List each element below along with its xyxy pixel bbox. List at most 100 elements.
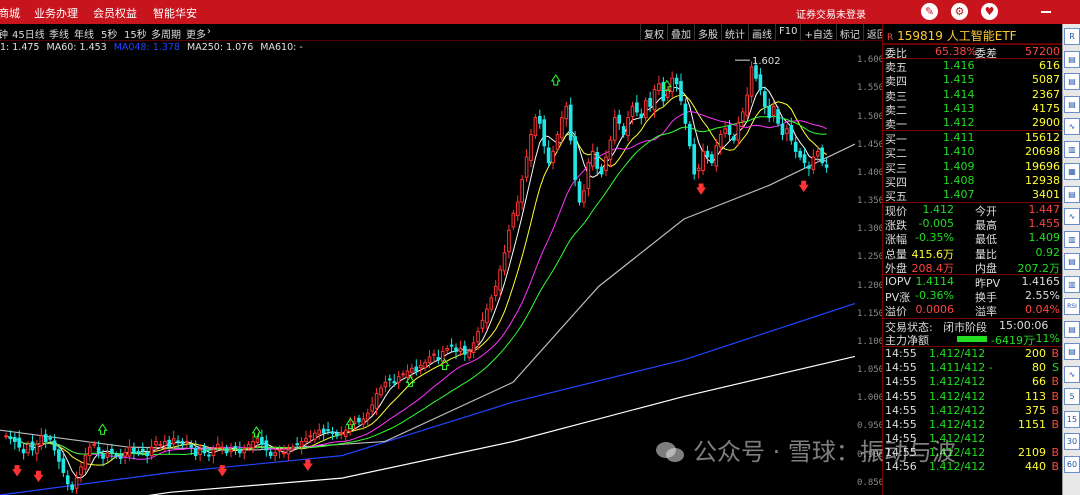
candle-body xyxy=(48,437,52,440)
menu-item-business[interactable]: 业务办理 xyxy=(34,5,78,21)
candle-body xyxy=(674,77,679,85)
strip-tool-icon[interactable]: ▥ xyxy=(1064,140,1080,158)
menu-item-mall[interactable]: 商城 xyxy=(0,5,20,21)
strip-tool-icon[interactable]: ∿ xyxy=(1064,208,1080,225)
gear-icon[interactable]: ⚙ xyxy=(951,3,968,20)
tool-f10[interactable]: F10 xyxy=(775,24,800,41)
minimize-icon[interactable] xyxy=(1041,11,1051,13)
wechat-logo-icon xyxy=(656,442,684,462)
ask-row[interactable]: 卖三 1.414 2367 xyxy=(883,88,1062,103)
strip-tool-icon[interactable]: 30 xyxy=(1064,433,1080,450)
ask-row[interactable]: 卖五 1.416 616 xyxy=(883,59,1062,74)
strip-tool-icon[interactable]: ▤ xyxy=(1064,185,1080,203)
tick-time: 14:55 xyxy=(885,361,917,375)
candle-body xyxy=(268,451,273,457)
candle-body xyxy=(427,356,432,364)
strip-tool-icon[interactable]: ▤ xyxy=(1064,50,1080,68)
tick-row[interactable]: 14:55 1.412/412 200 B xyxy=(883,347,1062,361)
candle-body xyxy=(238,448,242,454)
y-tick-label: 1.200 xyxy=(857,280,885,291)
shirt-icon[interactable]: ♥ xyxy=(981,3,998,20)
candle-body xyxy=(436,357,441,361)
strip-tool-icon[interactable]: ▥ xyxy=(1064,230,1080,248)
ask-volume: 4175 xyxy=(1032,101,1060,115)
period-5sec[interactable]: 5秒 xyxy=(101,26,117,41)
strip-tool-icon[interactable]: 60 xyxy=(1064,455,1080,473)
strip-tool-icon[interactable]: 15 xyxy=(1064,410,1080,428)
tick-flag: B xyxy=(1051,346,1059,360)
tool-adjust[interactable]: 复权 xyxy=(640,24,667,41)
strip-tool-icon[interactable]: ▤ xyxy=(1064,253,1080,270)
ma-line-ma250 xyxy=(147,355,855,495)
bid-row[interactable]: 买四 1.408 12938 xyxy=(883,174,1062,189)
tick-row[interactable]: 14:55 1.412/412 113 B xyxy=(883,390,1062,404)
period-year[interactable]: 年线 xyxy=(74,26,94,41)
tool-stats[interactable]: 统计 xyxy=(721,24,748,41)
tool-multi-stock[interactable]: 多股 xyxy=(694,24,721,41)
candle-body xyxy=(608,139,613,160)
wrench-icon[interactable]: ✎ xyxy=(921,3,938,20)
y-tick-label: 1.350 xyxy=(857,196,885,207)
candle-body xyxy=(617,114,622,124)
candle-body xyxy=(313,432,317,440)
candle-body xyxy=(727,124,732,135)
period-minute[interactable]: 钟 xyxy=(0,26,8,41)
candle-body xyxy=(423,362,427,369)
strip-tool-icon[interactable]: R xyxy=(1064,28,1080,45)
tick-row[interactable]: 14:55 1.412/412 375 B xyxy=(883,404,1062,418)
bid-row[interactable]: 买三 1.409 19696 xyxy=(883,160,1062,175)
ask-row[interactable]: 卖二 1.413 4175 xyxy=(883,101,1062,117)
strip-tool-icon[interactable]: ▤ xyxy=(1064,343,1080,360)
tool-overlay[interactable]: 叠加 xyxy=(667,24,694,41)
bid-row[interactable]: 买二 1.410 20698 xyxy=(883,145,1062,160)
ask-row[interactable]: 卖一 1.412 2900 xyxy=(883,116,1062,131)
candle-body xyxy=(79,466,83,476)
period-season[interactable]: 季线 xyxy=(49,26,69,41)
tick-price: 1.411/412 - xyxy=(929,361,993,375)
candle-body xyxy=(180,440,185,445)
period-next-arrow[interactable]: › xyxy=(207,26,211,37)
candle-body xyxy=(463,345,467,355)
watermark-text: 公众号 · 雪球：振动与波 xyxy=(693,438,956,466)
tick-row[interactable]: 14:55 1.412/412 1151 B xyxy=(883,418,1062,432)
candle-body xyxy=(299,440,304,448)
ask-row[interactable]: 卖四 1.415 5087 xyxy=(883,73,1062,88)
strip-tool-icon[interactable]: ∿ xyxy=(1064,118,1080,135)
bid-row[interactable]: 买一 1.411 15612 xyxy=(883,131,1062,146)
menu-item-member[interactable]: 会员权益 xyxy=(93,5,137,21)
period-45day[interactable]: 45日线 xyxy=(12,26,45,41)
trade-login-status[interactable]: 证券交易未登录 xyxy=(796,6,866,21)
candle-body xyxy=(251,440,255,449)
period-15sec[interactable]: 15秒 xyxy=(124,26,147,41)
tool-add-watchlist[interactable]: +自选 xyxy=(800,24,835,41)
bid-row[interactable]: 买五 1.407 3401 xyxy=(883,188,1062,203)
candle-body xyxy=(555,133,560,150)
candle-body xyxy=(418,364,423,369)
tool-mark[interactable]: 标记 xyxy=(835,24,863,41)
tick-row[interactable]: 14:55 1.412/412 66 B xyxy=(883,375,1062,389)
stat-row: 涨跌 -0.005 最高 1.455 xyxy=(883,217,1062,232)
period-more[interactable]: 更多 xyxy=(186,26,206,41)
strip-tool-icon[interactable]: ▦ xyxy=(1064,163,1080,180)
tick-volume: 1151 xyxy=(1018,417,1046,431)
strip-tool-icon[interactable]: ▥ xyxy=(1064,275,1080,293)
candle-body xyxy=(246,443,251,449)
main-flow-value: -6419万 xyxy=(991,333,1034,347)
strip-tool-icon[interactable]: RSI xyxy=(1064,298,1080,315)
kline-chart[interactable]: 1.602 xyxy=(0,50,855,495)
candle-body xyxy=(493,286,498,297)
period-multi[interactable]: 多周期 xyxy=(151,26,181,41)
strip-tool-icon[interactable]: ▤ xyxy=(1064,320,1080,338)
menu-item-smart[interactable]: 智能华安 xyxy=(153,5,197,21)
strip-tool-icon[interactable]: ▤ xyxy=(1064,73,1080,90)
candle-body xyxy=(471,342,476,353)
strip-tool-icon[interactable]: ▤ xyxy=(1064,95,1080,113)
candle-body xyxy=(410,367,414,373)
strip-tool-icon[interactable]: ∿ xyxy=(1064,365,1080,383)
candle-body xyxy=(639,113,644,119)
candle-body xyxy=(264,440,269,451)
candle-body xyxy=(215,443,220,449)
strip-tool-icon[interactable]: 5 xyxy=(1064,388,1080,405)
tool-draw[interactable]: 画线 xyxy=(748,24,775,41)
tick-row[interactable]: 14:55 1.411/412 - 80 S xyxy=(883,361,1062,375)
